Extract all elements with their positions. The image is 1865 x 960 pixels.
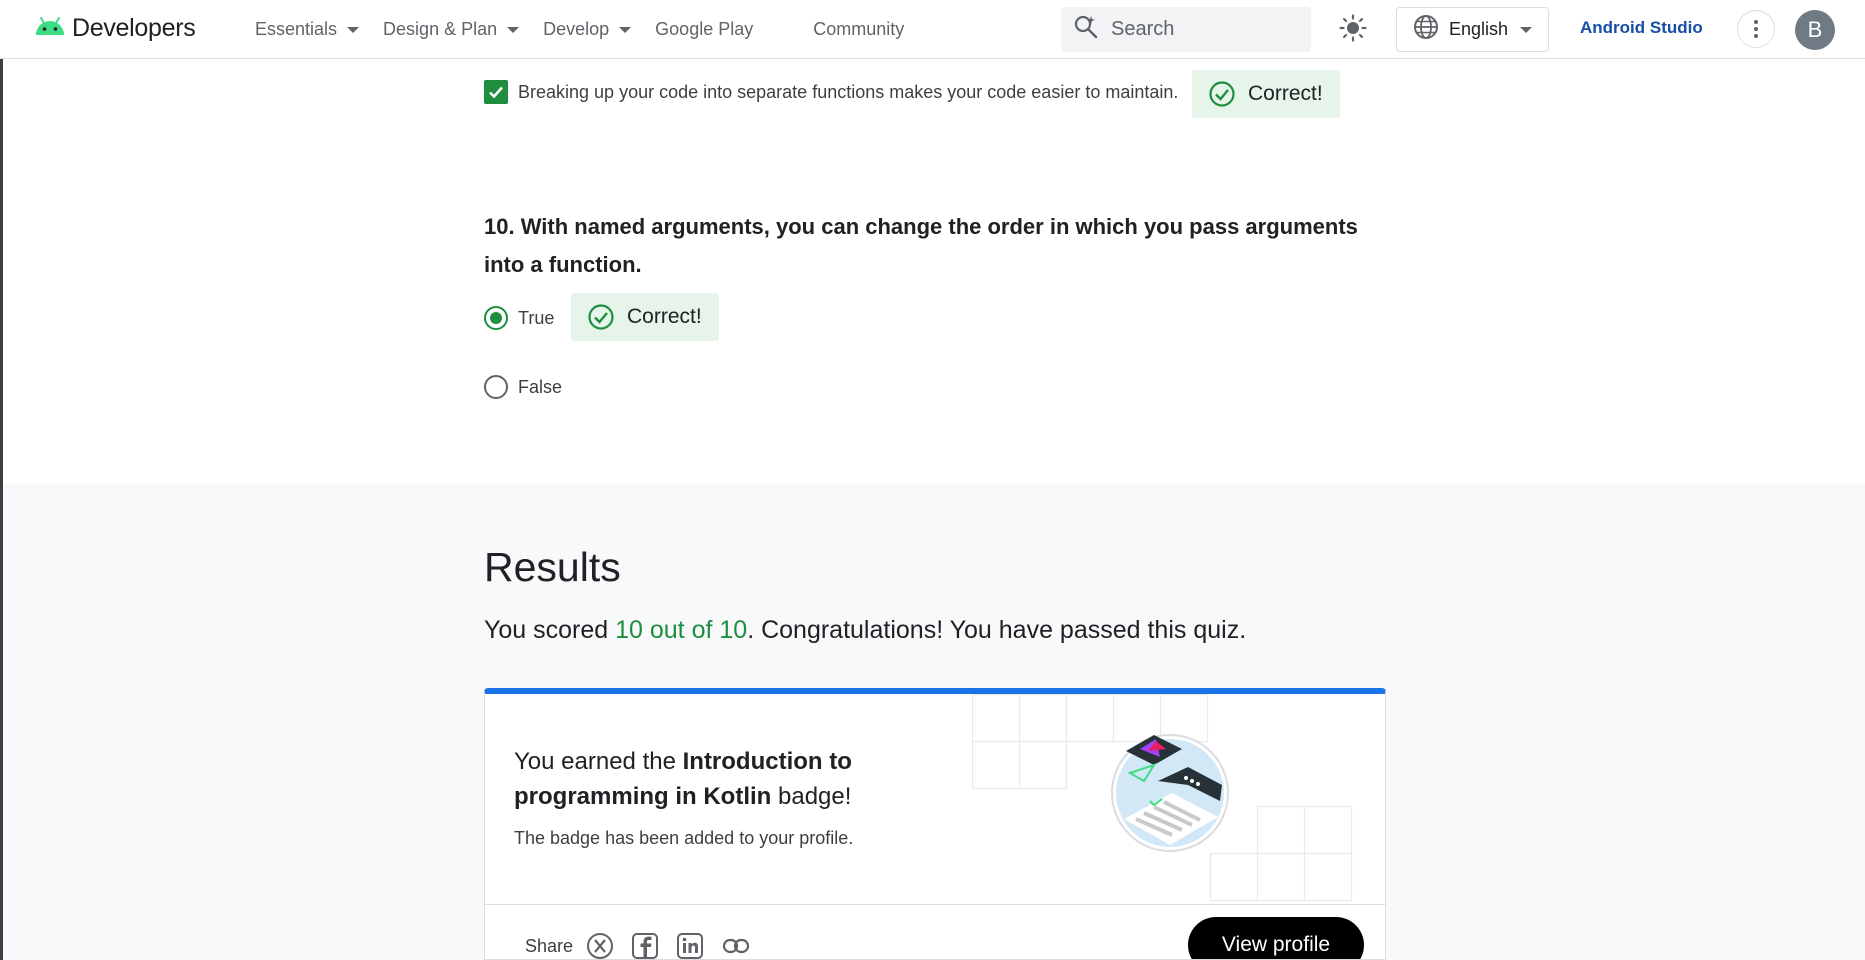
globe-icon [1413, 14, 1439, 45]
nav-develop[interactable]: Develop [543, 19, 632, 40]
top-app-bar: Developers Essentials Design & Plan Deve… [0, 0, 1865, 59]
android-icon [34, 15, 66, 42]
search-input[interactable]: Search [1061, 7, 1311, 52]
theme-toggle-button[interactable] [1335, 12, 1371, 48]
avatar[interactable]: B [1795, 10, 1835, 50]
question-text: With named arguments, you can change the… [484, 214, 1358, 277]
x-icon[interactable] [585, 931, 615, 959]
option-label: True [518, 307, 555, 328]
view-profile-button[interactable]: View profile [1188, 917, 1364, 959]
feedback-text: Correct! [627, 305, 702, 328]
nav-community[interactable]: Community [813, 19, 904, 40]
caret-down-icon [1520, 26, 1533, 33]
nav-label: Develop [543, 19, 610, 39]
answer-text: Breaking up your code into separate func… [518, 81, 1179, 102]
feedback-text: Correct! [1248, 82, 1323, 105]
score-suffix: . Congratulations! You have passed this … [747, 616, 1247, 644]
radio-unselected[interactable] [484, 375, 508, 399]
question-number: 10. [484, 214, 515, 239]
main-nav: Essentials Design & Plan Develop Google … [255, 0, 928, 59]
logo-text: Developers [72, 14, 196, 42]
linkedin-icon[interactable] [675, 931, 705, 959]
facebook-icon[interactable] [630, 931, 660, 959]
option-true[interactable]: True [484, 306, 554, 330]
score-text: You scored 10 out of 10. Congratulations… [484, 616, 1246, 645]
results-title: Results [484, 544, 621, 590]
divider [485, 904, 1385, 905]
nav-label: Google Play [655, 19, 754, 39]
score-prefix: You scored [484, 616, 616, 644]
option-label: False [518, 376, 563, 397]
nav-google-play[interactable]: Google Play [655, 19, 753, 40]
nav-label: Essentials [255, 19, 338, 39]
sun-icon [1339, 13, 1367, 47]
correct-feedback: Correct! [571, 293, 719, 341]
checkmark-icon [489, 86, 503, 99]
earned-prefix: You earned the [514, 748, 683, 775]
caret-down-icon [507, 26, 520, 33]
option-false[interactable]: False [484, 375, 562, 399]
language-label: English [1449, 19, 1509, 39]
nav-label: Design & Plan [383, 19, 498, 39]
link-icon[interactable] [721, 931, 751, 959]
checkbox-checked[interactable] [484, 80, 508, 104]
caret-down-icon [347, 26, 360, 33]
answer-option[interactable]: Breaking up your code into separate func… [484, 80, 1178, 104]
check-circle-icon [587, 303, 615, 331]
badge-earned-text: You earned the Introduction to programmi… [514, 744, 894, 814]
share-label: Share [525, 936, 574, 956]
window-edge [0, 59, 3, 960]
badge-card: You earned the Introduction to programmi… [484, 688, 1386, 960]
developers-logo[interactable]: Developers [34, 14, 196, 43]
caret-down-icon [619, 26, 632, 33]
search-placeholder: Search [1111, 18, 1175, 40]
nav-label: Community [813, 19, 905, 39]
more-vert-icon[interactable] [1737, 10, 1775, 48]
kotlin-badge-image [1111, 734, 1229, 852]
nav-design-plan[interactable]: Design & Plan [383, 19, 520, 40]
language-selector[interactable]: English [1396, 7, 1549, 52]
check-circle-icon [1208, 80, 1236, 108]
correct-feedback: Correct! [1192, 70, 1340, 118]
question-10: 10. With named arguments, you can change… [484, 208, 1384, 284]
radio-selected[interactable] [484, 306, 508, 330]
nav-essentials[interactable]: Essentials [255, 19, 360, 40]
search-icon [1073, 14, 1099, 45]
android-studio-link[interactable]: Android Studio [1580, 18, 1703, 38]
earned-suffix: badge! [771, 783, 852, 810]
badge-added-text: The badge has been added to your profile… [514, 828, 854, 848]
score-value: 10 out of 10 [615, 616, 748, 644]
